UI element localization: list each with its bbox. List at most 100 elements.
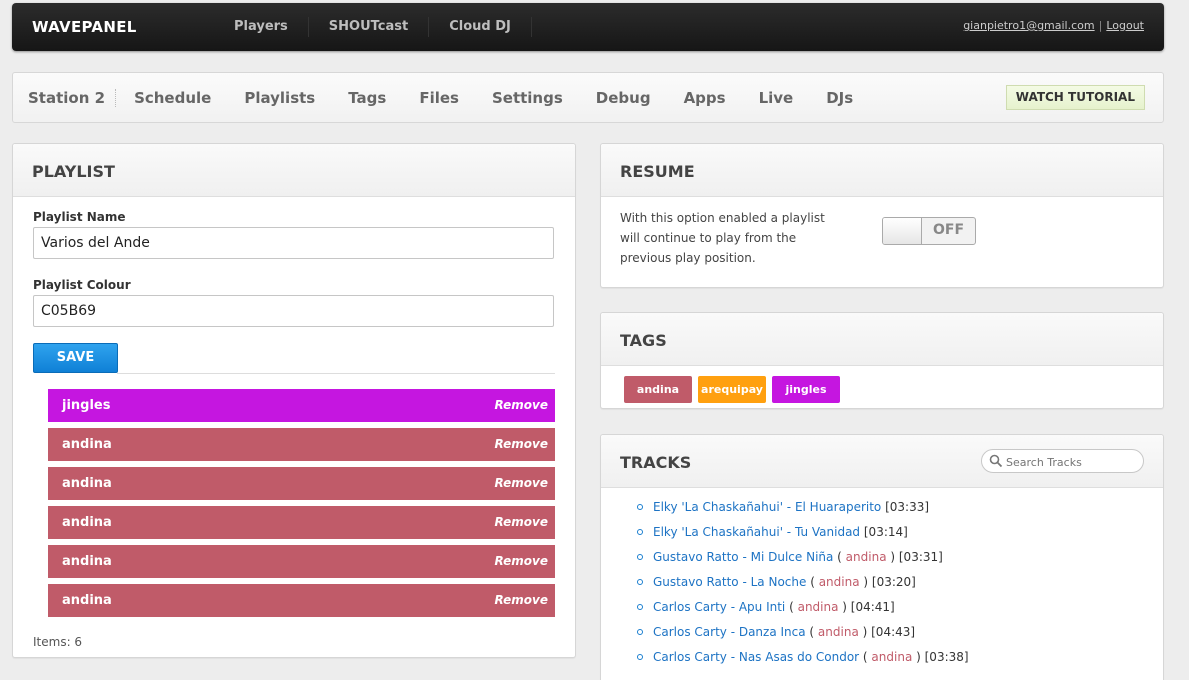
toggle-state-label: OFF [933, 222, 965, 238]
tab-settings[interactable]: Settings [492, 89, 563, 107]
playlist-item-name: jingles [62, 398, 111, 413]
playlist-item-name: andina [62, 515, 112, 530]
tab-apps[interactable]: Apps [684, 89, 726, 107]
tab-tags[interactable]: Tags [348, 89, 386, 107]
playlist-colour-input[interactable] [33, 295, 554, 327]
tab-files[interactable]: Files [419, 89, 459, 107]
bullet-icon [637, 503, 643, 510]
track-title-link[interactable]: Elky 'La Chaskañahui' - El Huaraperito [653, 500, 881, 514]
top-bar: WAVEPANEL Players SHOUTcast Cloud DJ gia… [12, 3, 1164, 51]
tab-playlists[interactable]: Playlists [244, 89, 315, 107]
track-duration: [03:38] [924, 650, 969, 664]
track-tag[interactable]: andina [798, 600, 839, 614]
bullet-icon [637, 653, 643, 660]
tags-panel: TAGS andina arequipay jingles [600, 312, 1164, 409]
remove-item-link[interactable]: Remove [495, 515, 549, 529]
resume-panel-title: RESUME [620, 162, 695, 181]
station-nav: Station 2 Schedule Playlists Tags Files … [12, 72, 1164, 123]
top-nav-cloud-dj[interactable]: Cloud DJ [429, 17, 532, 37]
tags-panel-title: TAGS [620, 331, 667, 350]
tab-djs[interactable]: DJs [826, 89, 853, 107]
bullet-icon [637, 528, 643, 535]
divider [117, 373, 555, 374]
bullet-icon [637, 603, 643, 610]
tracks-panel-title: TRACKS [620, 453, 692, 472]
remove-item-link[interactable]: Remove [495, 593, 549, 607]
tag-arequipay[interactable]: arequipay [698, 376, 766, 403]
track-duration: [03:20] [871, 575, 916, 589]
station-nav-items: Station 2 Schedule Playlists Tags Files … [28, 73, 886, 122]
account-separator: | [1098, 19, 1103, 32]
remove-item-link[interactable]: Remove [495, 398, 549, 412]
playlist-panel-header: PLAYLIST [13, 144, 575, 197]
remove-item-link[interactable]: Remove [495, 437, 549, 451]
tag-jingles[interactable]: jingles [772, 376, 840, 403]
bullet-icon [637, 553, 643, 560]
playlist-item-name: andina [62, 593, 112, 608]
top-nav-shoutcast[interactable]: SHOUTcast [309, 17, 430, 37]
tag-paren-close: ) [912, 650, 921, 664]
playlist-item[interactable]: andina Remove [48, 467, 555, 500]
track-duration: [03:14] [863, 525, 908, 539]
search-tracks-input[interactable] [1004, 452, 1138, 472]
top-nav-players[interactable]: Players [214, 17, 309, 37]
tag-paren-close: ) [859, 575, 869, 589]
track-item: Carlos Carty - Apu Inti ( andina ) [04:4… [637, 600, 895, 614]
account-links: gianpietro1@gmail.com | Logout [963, 19, 1144, 32]
track-item: Elky 'La Chaskañahui' - Tu Vanidad [03:1… [637, 525, 908, 539]
track-tag[interactable]: andina [871, 650, 912, 664]
track-duration: [04:41] [850, 600, 895, 614]
station-selector[interactable]: Station 2 [28, 88, 117, 107]
tracks-panel: TRACKS Elky 'La Chaskañahui' - El Huarap… [600, 434, 1164, 680]
playlist-panel-title: PLAYLIST [32, 162, 115, 181]
playlist-item[interactable]: jingles Remove [48, 389, 555, 422]
search-icon [989, 454, 1003, 468]
track-title-link[interactable]: Carlos Carty - Apu Inti [653, 600, 785, 614]
tab-debug[interactable]: Debug [596, 89, 651, 107]
playlist-name-input[interactable] [33, 227, 554, 259]
playlist-item[interactable]: andina Remove [48, 545, 555, 578]
track-title-link[interactable]: Carlos Carty - Nas Asas do Condor [653, 650, 859, 664]
tag-paren-close: ) [858, 625, 868, 639]
track-item: Gustavo Ratto - Mi Dulce Niña ( andina )… [637, 550, 943, 564]
toggle-knob[interactable] [883, 218, 922, 244]
track-title-link[interactable]: Elky 'La Chaskañahui' - Tu Vanidad [653, 525, 860, 539]
tab-live[interactable]: Live [759, 89, 794, 107]
resume-panel: RESUME With this option enabled a playli… [600, 143, 1164, 288]
resume-toggle[interactable]: OFF [882, 217, 976, 245]
account-email-link[interactable]: gianpietro1@gmail.com [963, 19, 1094, 32]
logout-link[interactable]: Logout [1106, 19, 1144, 32]
track-item: Carlos Carty - Nas Asas do Condor ( andi… [637, 650, 969, 664]
top-nav: Players SHOUTcast Cloud DJ [214, 3, 532, 51]
track-duration: [03:33] [885, 500, 930, 514]
track-tag[interactable]: andina [818, 625, 859, 639]
tag-andina[interactable]: andina [624, 376, 692, 403]
brand-logo[interactable]: WAVEPANEL [32, 18, 137, 36]
playlist-colour-label: Playlist Colour [33, 278, 131, 292]
tag-paren-open: ( [785, 600, 798, 614]
save-button[interactable]: SAVE [33, 343, 118, 373]
track-tag[interactable]: andina [846, 550, 887, 564]
tab-schedule[interactable]: Schedule [134, 89, 211, 107]
tag-paren-open: ( [806, 575, 819, 589]
playlist-item[interactable]: andina Remove [48, 506, 555, 539]
tag-paren-open: ( [859, 650, 872, 664]
remove-item-link[interactable]: Remove [495, 476, 549, 490]
track-title-link[interactable]: Gustavo Ratto - La Noche [653, 575, 806, 589]
tag-paren-close: ) [886, 550, 896, 564]
playlist-item[interactable]: andina Remove [48, 428, 555, 461]
track-tag[interactable]: andina [819, 575, 860, 589]
playlist-item[interactable]: andina Remove [48, 584, 555, 617]
track-title-link[interactable]: Gustavo Ratto - Mi Dulce Niña [653, 550, 833, 564]
playlist-item-name: andina [62, 476, 112, 491]
track-title-link[interactable]: Carlos Carty - Danza Inca [653, 625, 806, 639]
track-item: Carlos Carty - Danza Inca ( andina ) [04… [637, 625, 915, 639]
tracks-panel-header: TRACKS [601, 435, 1163, 488]
playlist-item-name: andina [62, 554, 112, 569]
items-count: Items: 6 [33, 635, 83, 649]
search-tracks-box[interactable] [981, 449, 1144, 473]
playlist-name-label: Playlist Name [33, 210, 126, 224]
tag-paren-close: ) [838, 600, 847, 614]
remove-item-link[interactable]: Remove [495, 554, 549, 568]
watch-tutorial-button[interactable]: WATCH TUTORIAL [1005, 85, 1145, 110]
